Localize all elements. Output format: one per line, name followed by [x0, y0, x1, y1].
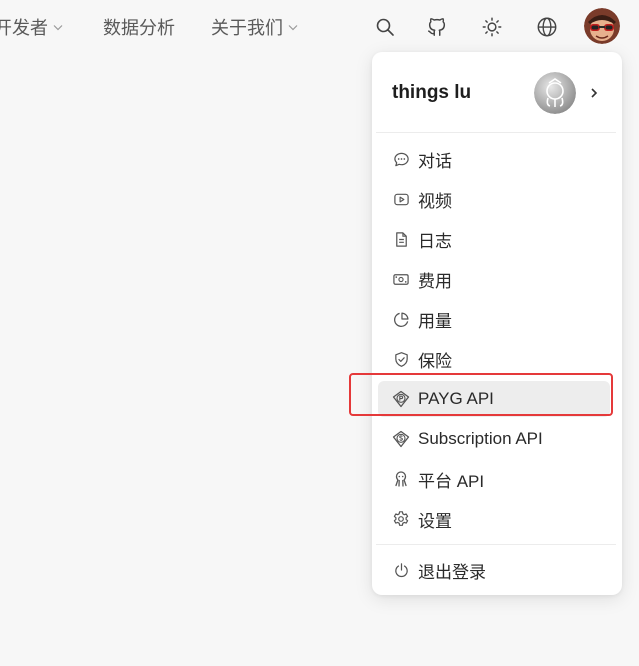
- chat-bubble-icon: [392, 150, 410, 168]
- document-icon: [392, 230, 410, 248]
- p-badge-icon: [392, 390, 410, 408]
- github-icon: [428, 18, 446, 36]
- avatar: [534, 72, 576, 114]
- search-button[interactable]: [370, 12, 400, 42]
- menu-item-label: 用量: [418, 311, 452, 331]
- octopus-icon: [392, 470, 410, 488]
- menu-item-video[interactable]: 视频: [378, 181, 610, 217]
- profile-header[interactable]: things lu: [372, 52, 622, 132]
- theme-toggle-button[interactable]: [477, 12, 507, 42]
- gear-icon: [392, 510, 410, 528]
- menu-item-label: 设置: [418, 511, 452, 531]
- nav-data-analysis-label: 数据分析: [103, 18, 175, 38]
- menu-item-logout[interactable]: 退出登录: [378, 552, 610, 588]
- menu-item-usage[interactable]: 用量: [378, 301, 610, 337]
- avatar: [584, 8, 620, 44]
- menu-item-label: 视频: [418, 191, 452, 211]
- menu-item-label: 日志: [418, 231, 452, 251]
- banknote-icon: [392, 270, 410, 288]
- search-icon: [376, 18, 394, 36]
- menu-item-label: 费用: [418, 271, 452, 291]
- sun-icon: [482, 17, 502, 37]
- menu-item-label: 退出登录: [418, 562, 486, 582]
- user-avatar-button[interactable]: [584, 8, 620, 44]
- shield-icon: [392, 350, 410, 368]
- menu-item-label: PAYG API: [418, 389, 494, 408]
- menu-item-chat[interactable]: 对话: [378, 141, 610, 177]
- language-button[interactable]: [532, 12, 562, 42]
- menu-item-subscription-api[interactable]: Subscription API: [378, 421, 610, 457]
- nav-developer-label: 开发者: [0, 18, 48, 38]
- top-nav: 开发者 数据分析 关于我们: [0, 0, 639, 54]
- nav-data-analysis[interactable]: 数据分析: [103, 14, 175, 40]
- menu-item-platform-api[interactable]: 平台 API: [378, 461, 610, 497]
- menu-item-label: 平台 API: [418, 471, 485, 491]
- chevron-right-icon: [591, 88, 598, 98]
- divider: [376, 132, 616, 133]
- nav-about-us[interactable]: 关于我们: [211, 14, 299, 40]
- menu-item-settings[interactable]: 设置: [378, 501, 610, 537]
- video-icon: [392, 190, 410, 208]
- dollar-badge-icon: [392, 430, 410, 448]
- power-icon: [392, 561, 410, 579]
- username: things lu: [392, 82, 472, 103]
- chevron-down-icon: [53, 25, 63, 31]
- globe-icon: [537, 17, 557, 37]
- nav-about-us-label: 关于我们: [211, 18, 283, 38]
- menu-item-logs[interactable]: 日志: [378, 221, 610, 257]
- menu-item-payg-api[interactable]: PAYG API: [378, 381, 610, 417]
- pie-chart-icon: [392, 310, 410, 328]
- github-button[interactable]: [422, 12, 452, 42]
- menu-item-billing[interactable]: 费用: [378, 261, 610, 297]
- menu-item-label: 保险: [418, 351, 452, 371]
- nav-developer[interactable]: 开发者: [0, 14, 64, 40]
- menu-item-insurance[interactable]: 保险: [378, 341, 610, 377]
- divider: [376, 544, 616, 545]
- user-dropdown-menu: things lu 对话 视频 日志 费用 用量 保险 PAYG API Sub…: [372, 52, 622, 595]
- menu-item-label: Subscription API: [418, 429, 543, 448]
- menu-item-label: 对话: [418, 151, 452, 171]
- chevron-down-icon: [288, 25, 298, 31]
